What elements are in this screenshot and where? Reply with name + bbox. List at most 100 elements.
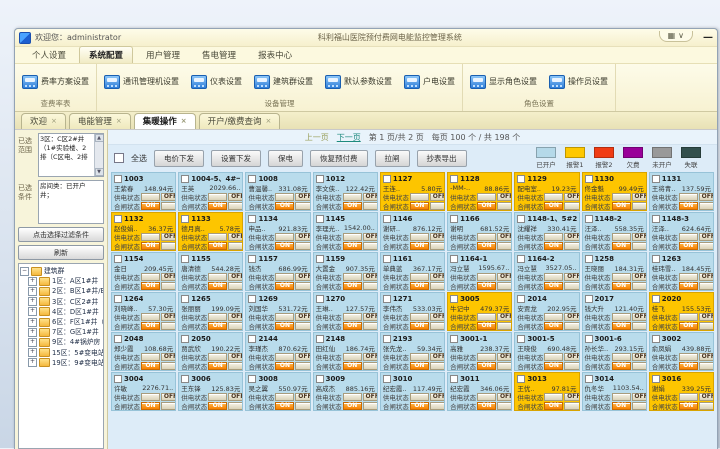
valve-on-toggle[interactable]: ON [679,402,698,410]
valve-off-toggle[interactable] [430,322,445,330]
expand-icon[interactable]: + [28,328,37,337]
valve-off-toggle[interactable] [497,282,512,290]
valve-off-toggle[interactable] [699,402,714,410]
toolbar-button-2[interactable]: 保电 [268,150,303,167]
meter-card[interactable]: 3010 纪宏霞.. 117.49元 供电状态 OFF 合闸状态 ON [380,372,445,411]
card-checkbox[interactable] [383,375,391,383]
card-checkbox[interactable] [248,175,256,183]
valve-off-toggle[interactable] [228,322,243,330]
supply-off-toggle[interactable]: OFF [363,393,378,401]
valve-on-toggle[interactable]: ON [679,362,698,370]
card-checkbox[interactable] [517,255,525,263]
valve-off-toggle[interactable] [161,282,176,290]
supply-off-toggle[interactable]: OFF [564,393,579,401]
ribbon-button[interactable]: 建筑群设置 [251,73,316,91]
supply-on-toggle[interactable] [477,233,496,241]
valve-off-toggle[interactable] [161,242,176,250]
supply-off-toggle[interactable]: OFF [228,393,243,401]
valve-on-toggle[interactable]: ON [410,202,429,210]
select-all-checkbox[interactable] [114,153,124,163]
supply-off-toggle[interactable]: OFF [699,313,714,321]
supply-off-toggle[interactable]: OFF [699,393,714,401]
card-checkbox[interactable] [114,335,122,343]
valve-on-toggle[interactable]: ON [141,362,160,370]
scope-scrollbar[interactable]: ▲▼ [94,134,103,176]
valve-on-toggle[interactable]: ON [141,202,160,210]
supply-on-toggle[interactable] [275,273,294,281]
valve-off-toggle[interactable] [430,402,445,410]
meter-card[interactable]: 2148 田红仙 186.74元 供电状态 OFF 合闸状态 ON [313,332,378,371]
supply-off-toggle[interactable]: OFF [564,273,579,281]
valve-on-toggle[interactable]: ON [410,362,429,370]
supply-on-toggle[interactable] [612,193,631,201]
valve-off-toggle[interactable] [228,282,243,290]
valve-off-toggle[interactable] [363,322,378,330]
supply-on-toggle[interactable] [410,353,429,361]
close-icon[interactable]: × [51,118,57,125]
expand-icon[interactable]: + [28,307,37,316]
meter-card[interactable]: 3014 仇冬华 1103.54.. 供电状态 OFF 合闸状态 ON [582,372,647,411]
supply-on-toggle[interactable] [612,393,631,401]
supply-on-toggle[interactable] [544,273,563,281]
supply-on-toggle[interactable] [410,233,429,241]
valve-on-toggle[interactable]: ON [612,362,631,370]
valve-off-toggle[interactable] [564,322,579,330]
supply-off-toggle[interactable]: OFF [430,233,445,241]
valve-off-toggle[interactable] [497,322,512,330]
supply-off-toggle[interactable]: OFF [632,193,647,201]
meter-card[interactable]: 1164-2 冯立慧 3527.05.. 供电状态 OFF 合闸状态 ON [514,252,579,291]
supply-off-toggle[interactable]: OFF [161,353,176,361]
valve-on-toggle[interactable]: ON [208,362,227,370]
close-icon[interactable]: × [181,118,187,125]
valve-off-toggle[interactable] [161,322,176,330]
supply-on-toggle[interactable] [208,353,227,361]
meter-card[interactable]: 1146 谢研.. 876.12元 供电状态 OFF 合闸状态 ON [380,212,445,251]
valve-on-toggle[interactable]: ON [343,402,362,410]
card-checkbox[interactable] [248,215,256,223]
card-checkbox[interactable] [652,295,660,303]
supply-off-toggle[interactable]: OFF [430,193,445,201]
expand-icon[interactable]: + [28,287,37,296]
tree-item-3[interactable]: +4区：D区1#井（D区… [28,307,102,317]
supply-on-toggle[interactable] [679,393,698,401]
meter-card[interactable]: 1132 赵俊娟.. 36.37元 供电状态 OFF 合闸状态 ON [111,212,176,251]
supply-on-toggle[interactable] [275,353,294,361]
supply-on-toggle[interactable] [208,193,227,201]
collapse-icon[interactable]: − [20,267,29,276]
tree-item-2[interactable]: +3区：C区2#井（1#… [28,297,102,307]
card-checkbox[interactable] [652,335,660,343]
supply-off-toggle[interactable]: OFF [632,313,647,321]
valve-off-toggle[interactable] [228,202,243,210]
valve-on-toggle[interactable]: ON [141,282,160,290]
condition-listbox[interactable]: 房间类：已开户井； [38,180,104,224]
supply-off-toggle[interactable]: OFF [699,273,714,281]
valve-off-toggle[interactable] [497,402,512,410]
supply-on-toggle[interactable] [141,193,160,201]
valve-off-toggle[interactable] [161,362,176,370]
style-switch-icon[interactable]: ▦ [668,32,676,40]
ribbon-button[interactable]: 显示角色设置 [467,73,540,91]
prev-page-link[interactable]: 上一页 [305,132,329,143]
valve-off-toggle[interactable] [632,322,647,330]
menu-item-0[interactable]: 个人设置 [23,47,75,63]
valve-off-toggle[interactable] [632,362,647,370]
valve-on-toggle[interactable]: ON [275,242,294,250]
supply-on-toggle[interactable] [141,233,160,241]
supply-off-toggle[interactable]: OFF [564,353,579,361]
meter-card[interactable]: 2144 李瑾杰 870.62元 供电状态 OFF 合闸状态 ON [245,332,310,371]
valve-off-toggle[interactable] [430,362,445,370]
close-icon[interactable]: × [266,118,272,125]
ribbon-button[interactable]: 默认参数设置 [322,73,395,91]
valve-off-toggle[interactable] [497,202,512,210]
card-checkbox[interactable] [585,215,593,223]
ribbon-button[interactable]: 户电设置 [401,73,458,91]
supply-off-toggle[interactable]: OFF [161,393,176,401]
supply-off-toggle[interactable]: OFF [564,233,579,241]
meter-card[interactable]: 1148-1、5#2 沈耀祥 330.41元 供电状态 OFF 合闸状态 ON [514,212,579,251]
supply-on-toggle[interactable] [544,393,563,401]
meter-card[interactable]: 3005 牛记中 479.37元 供电状态 OFF 合闸状态 ON [447,292,512,331]
meter-card[interactable]: 3016 谢娟 339.25元 供电状态 OFF 合闸状态 ON [649,372,714,411]
toolbar-button-1[interactable]: 设置下发 [211,150,261,167]
meter-card[interactable]: 1161 单典蓝 367.17元 供电状态 OFF 合闸状态 ON [380,252,445,291]
ribbon-button[interactable]: 通讯管理机设置 [101,73,182,91]
